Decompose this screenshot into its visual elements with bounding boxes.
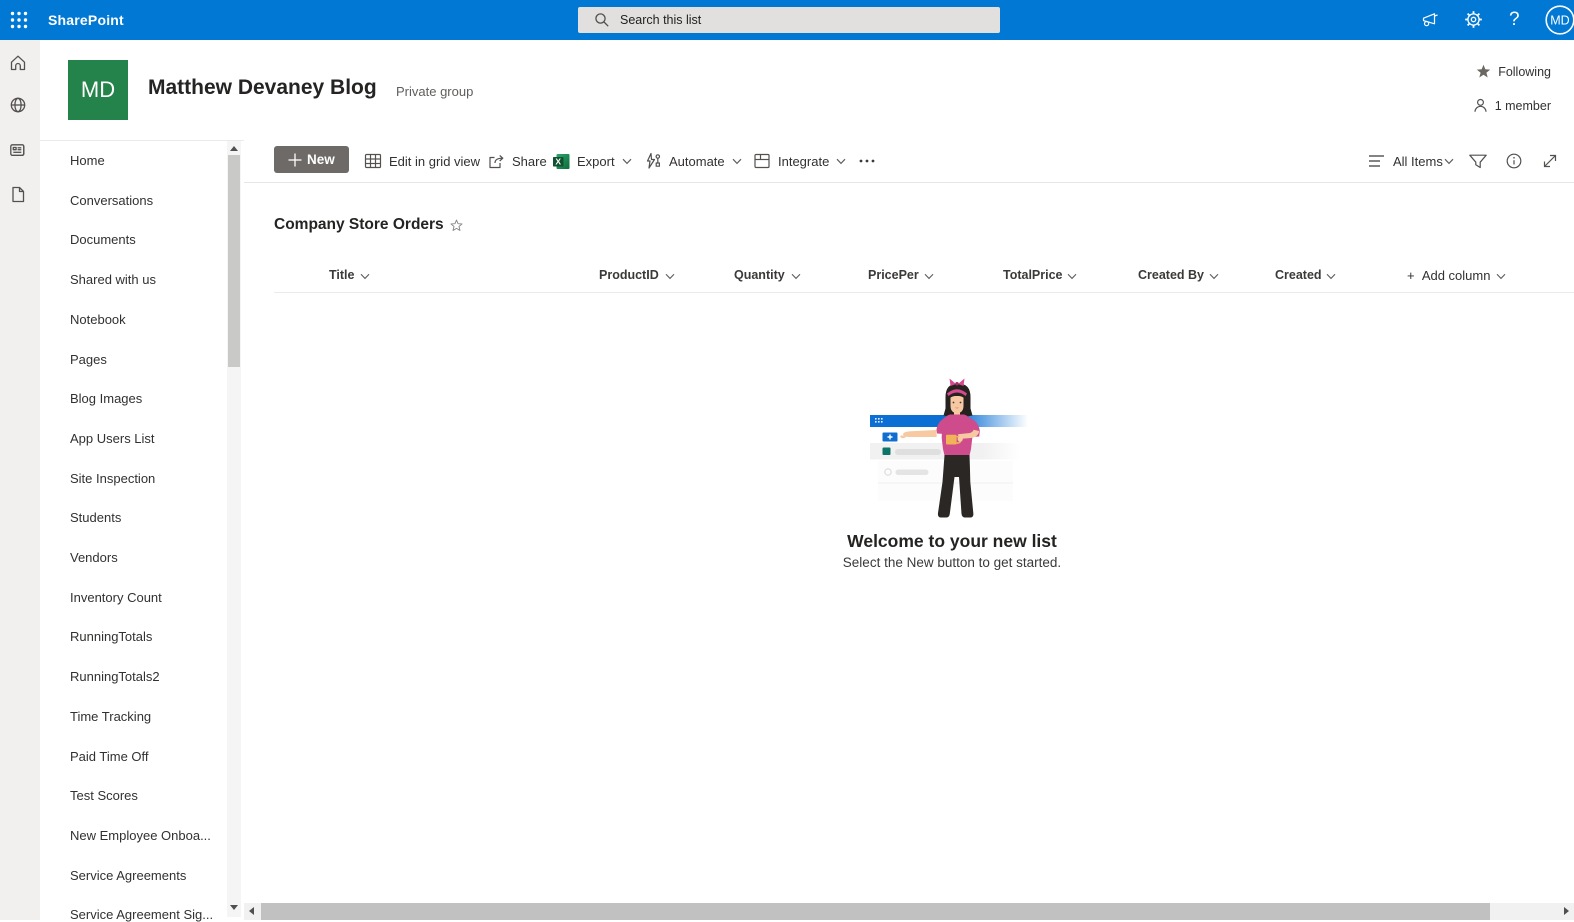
svg-text:MD: MD xyxy=(1550,14,1569,28)
svg-text:X: X xyxy=(555,156,561,166)
